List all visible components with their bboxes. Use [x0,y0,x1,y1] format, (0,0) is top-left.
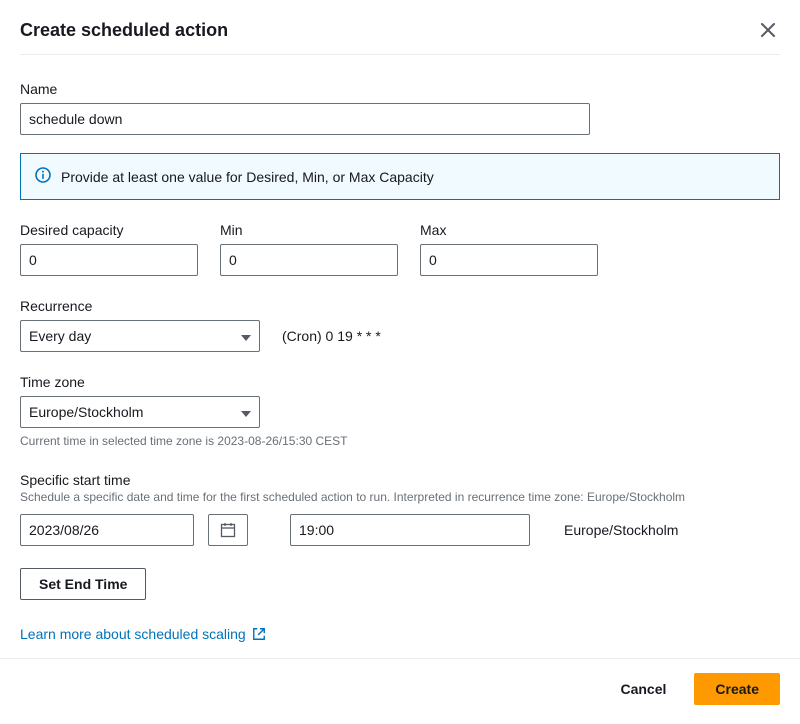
name-field: Name [20,81,780,135]
close-icon [760,22,776,38]
desired-capacity-input[interactable] [20,244,198,276]
learn-more-link[interactable]: Learn more about scheduled scaling [20,626,266,642]
cron-expression: (Cron) 0 19 * * * [282,328,381,344]
info-banner: Provide at least one value for Desired, … [20,153,780,200]
start-date-input[interactable] [20,514,194,546]
name-label: Name [20,81,780,97]
min-capacity-field: Min [220,222,398,276]
create-scheduled-action-modal: Create scheduled action Name Provide at … [0,0,800,658]
create-button[interactable]: Create [694,673,780,705]
info-message: Provide at least one value for Desired, … [61,169,434,185]
start-time-label: Specific start time [20,472,780,488]
learn-more-text: Learn more about scheduled scaling [20,626,246,642]
start-timezone-label: Europe/Stockholm [564,522,678,538]
recurrence-select-value[interactable] [20,320,260,352]
recurrence-field: Recurrence (Cron) 0 19 * * * [20,298,780,352]
max-capacity-field: Max [420,222,598,276]
min-capacity-label: Min [220,222,398,238]
recurrence-label: Recurrence [20,298,780,314]
timezone-field: Time zone Current time in selected time … [20,374,780,448]
timezone-select[interactable] [20,396,260,428]
start-time-input[interactable] [290,514,530,546]
cancel-button[interactable]: Cancel [602,673,684,705]
start-time-sub: Schedule a specific date and time for th… [20,490,780,504]
desired-capacity-label: Desired capacity [20,222,198,238]
timezone-label: Time zone [20,374,780,390]
modal-header: Create scheduled action [20,18,780,55]
start-time-field: Specific start time Schedule a specific … [20,472,780,546]
name-input[interactable] [20,103,590,135]
external-link-icon [252,627,266,641]
calendar-icon [220,522,236,538]
min-capacity-input[interactable] [220,244,398,276]
modal-footer: Cancel Create [0,658,800,719]
max-capacity-label: Max [420,222,598,238]
timezone-hint: Current time in selected time zone is 20… [20,434,780,448]
timezone-select-value[interactable] [20,396,260,428]
capacity-row: Desired capacity Min Max [20,222,780,276]
close-button[interactable] [756,18,780,42]
max-capacity-input[interactable] [420,244,598,276]
calendar-button[interactable] [208,514,248,546]
modal-title: Create scheduled action [20,20,228,41]
set-end-time-button[interactable]: Set End Time [20,568,146,600]
desired-capacity-field: Desired capacity [20,222,198,276]
start-time-row: Europe/Stockholm [20,514,780,546]
recurrence-select[interactable] [20,320,260,352]
info-icon [35,167,51,186]
